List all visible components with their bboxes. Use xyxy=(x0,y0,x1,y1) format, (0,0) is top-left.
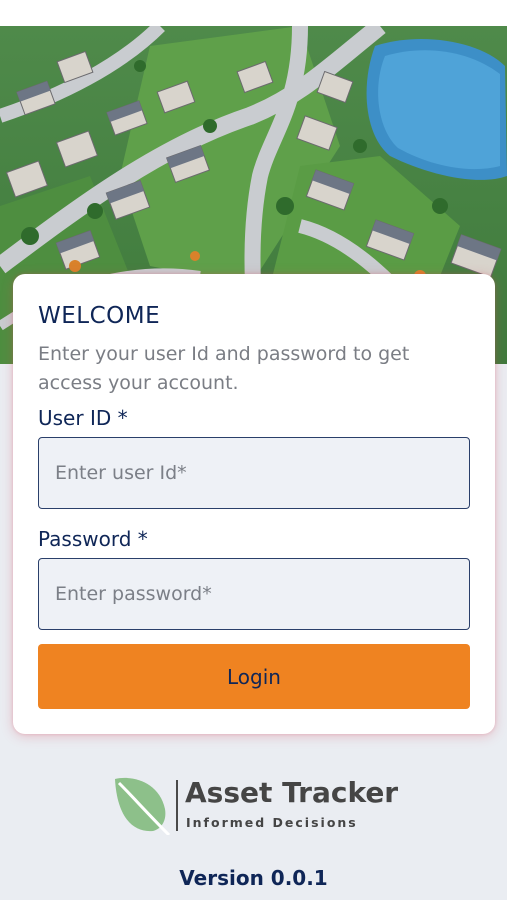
app-name: Asset Tracker xyxy=(185,776,399,809)
password-input[interactable] xyxy=(38,558,470,630)
version-label: Version 0.0.1 xyxy=(179,866,328,890)
password-label: Password * xyxy=(38,527,148,551)
welcome-title: WELCOME xyxy=(38,303,161,329)
login-button[interactable]: Login xyxy=(38,644,470,709)
login-card: WELCOME Enter your user Id and password … xyxy=(13,274,495,734)
app-tagline: Informed Decisions xyxy=(186,815,358,830)
status-bar xyxy=(0,0,507,26)
welcome-subtitle: Enter your user Id and password to get a… xyxy=(38,343,410,394)
app-logo: Asset Tracker Informed Decisions xyxy=(111,773,401,839)
leaf-icon xyxy=(115,777,171,835)
user-id-label: User ID * xyxy=(38,406,128,430)
user-id-input[interactable] xyxy=(38,437,470,509)
logo-divider xyxy=(176,780,178,831)
